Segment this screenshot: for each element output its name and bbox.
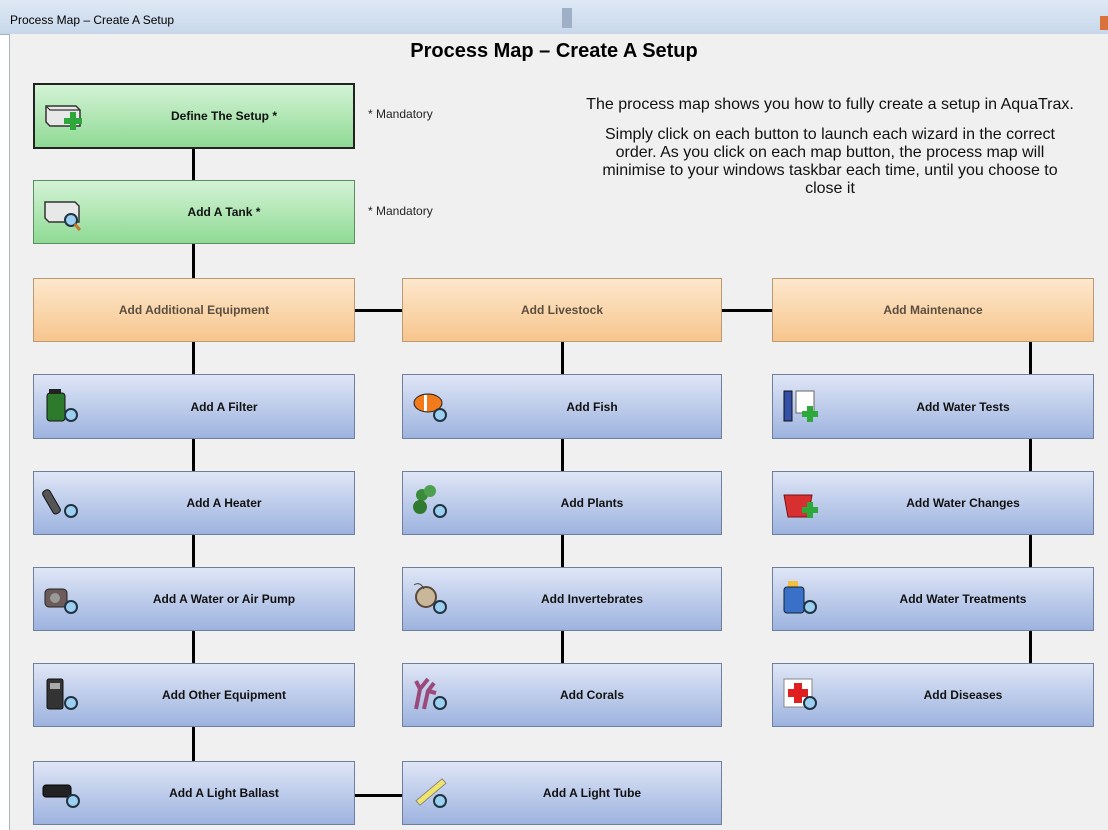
define-setup-button[interactable]: Define The Setup * xyxy=(33,83,355,149)
button-label: Add Water Treatments xyxy=(899,592,1027,606)
add-water-treatments-button[interactable]: Add Water Treatments xyxy=(772,567,1094,631)
button-label: Add Diseases xyxy=(923,688,1003,702)
instructions-text: The process map shows you how to fully c… xyxy=(585,96,1075,210)
fish-icon xyxy=(413,393,447,422)
add-corals-button[interactable]: Add Corals xyxy=(402,663,722,727)
connector-line xyxy=(192,148,195,180)
snail-icon xyxy=(413,583,447,614)
coral-icon xyxy=(414,677,447,710)
ballast-icon xyxy=(42,784,80,808)
add-livestock-button[interactable]: Add Livestock xyxy=(402,278,722,342)
connector-line xyxy=(722,309,772,312)
button-label: Add A Heater xyxy=(186,496,262,510)
instructions-paragraph-1: The process map shows you how to fully c… xyxy=(586,96,1074,113)
define-setup-label: Define The Setup * xyxy=(170,109,277,123)
plant-icon xyxy=(413,485,447,518)
category-label: Add Additional Equipment xyxy=(118,303,270,317)
pump-icon xyxy=(44,588,78,614)
connector-line xyxy=(192,631,195,663)
add-water-tests-button[interactable]: Add Water Tests xyxy=(772,374,1094,439)
instructions-paragraph-2: Simply click on each button to launch ea… xyxy=(602,126,1058,197)
mandatory-note-tank: * Mandatory xyxy=(368,204,433,218)
bucket-icon xyxy=(783,494,818,518)
window-titlebar: Process Map – Create A Setup xyxy=(0,0,1108,35)
mandatory-note-define: * Mandatory xyxy=(368,107,433,121)
category-label: Add Maintenance xyxy=(883,303,983,317)
button-label: Add Other Equipment xyxy=(162,688,286,702)
add-fish-button[interactable]: Add Fish xyxy=(402,374,722,439)
button-label: Add Water Tests xyxy=(916,399,1010,414)
treatment-bottle-icon xyxy=(783,581,817,614)
button-label: Add Plants xyxy=(560,496,624,510)
connector-line xyxy=(192,535,195,567)
tank-search-icon xyxy=(44,201,82,232)
add-other-equipment-button[interactable]: Add Other Equipment xyxy=(33,663,355,727)
light-tube-icon xyxy=(415,778,447,808)
connector-line xyxy=(1029,631,1032,663)
heater-icon xyxy=(42,489,78,518)
add-maintenance-button[interactable]: Add Maintenance xyxy=(772,278,1094,342)
add-pump-button[interactable]: Add A Water or Air Pump xyxy=(33,567,355,631)
connector-line xyxy=(561,535,564,567)
button-label: Add A Water or Air Pump xyxy=(152,592,296,606)
medical-cross-icon xyxy=(783,678,817,710)
connector-line xyxy=(192,727,195,761)
button-label: Add Invertebrates xyxy=(540,592,644,606)
button-label: Add A Light Ballast xyxy=(169,786,279,800)
button-label: Add A Light Tube xyxy=(542,786,642,800)
add-tank-label: Add A Tank * xyxy=(187,205,261,219)
filter-icon xyxy=(46,388,78,422)
connector-line xyxy=(561,439,564,471)
add-water-changes-button[interactable]: Add Water Changes xyxy=(772,471,1094,535)
button-label: Add Fish xyxy=(566,399,618,414)
button-label: Add Corals xyxy=(559,688,624,702)
connector-line xyxy=(192,244,195,278)
category-label: Add Livestock xyxy=(520,303,604,317)
connector-line xyxy=(561,631,564,663)
tank-add-icon xyxy=(45,105,82,130)
page-title: Process Map – Create A Setup xyxy=(410,40,698,62)
add-tank-button[interactable]: Add A Tank * xyxy=(33,180,355,244)
connector-line xyxy=(354,309,402,312)
titlebar-separator xyxy=(562,8,572,28)
add-light-ballast-button[interactable]: Add A Light Ballast xyxy=(33,761,355,825)
add-light-tube-button[interactable]: Add A Light Tube xyxy=(402,761,722,825)
connector-line xyxy=(354,794,402,797)
connector-line xyxy=(1029,439,1032,471)
add-diseases-button[interactable]: Add Diseases xyxy=(772,663,1094,727)
close-icon[interactable] xyxy=(1100,16,1108,30)
connector-line xyxy=(192,439,195,471)
button-label: Add Water Changes xyxy=(906,496,1020,510)
button-label: Add A Filter xyxy=(190,399,258,414)
add-filter-button[interactable]: Add A Filter xyxy=(33,374,355,439)
add-invertebrates-button[interactable]: Add Invertebrates xyxy=(402,567,722,631)
add-heater-button[interactable]: Add A Heater xyxy=(33,471,355,535)
add-plants-button[interactable]: Add Plants xyxy=(402,471,722,535)
window-title: Process Map – Create A Setup xyxy=(10,13,175,27)
add-additional-equipment-button[interactable]: Add Additional Equipment xyxy=(33,278,355,342)
connector-line xyxy=(1029,342,1032,374)
connector-line xyxy=(1029,535,1032,567)
water-test-icon xyxy=(783,390,818,422)
equipment-icon xyxy=(46,678,78,710)
connector-line xyxy=(192,342,195,374)
connector-line xyxy=(561,342,564,374)
